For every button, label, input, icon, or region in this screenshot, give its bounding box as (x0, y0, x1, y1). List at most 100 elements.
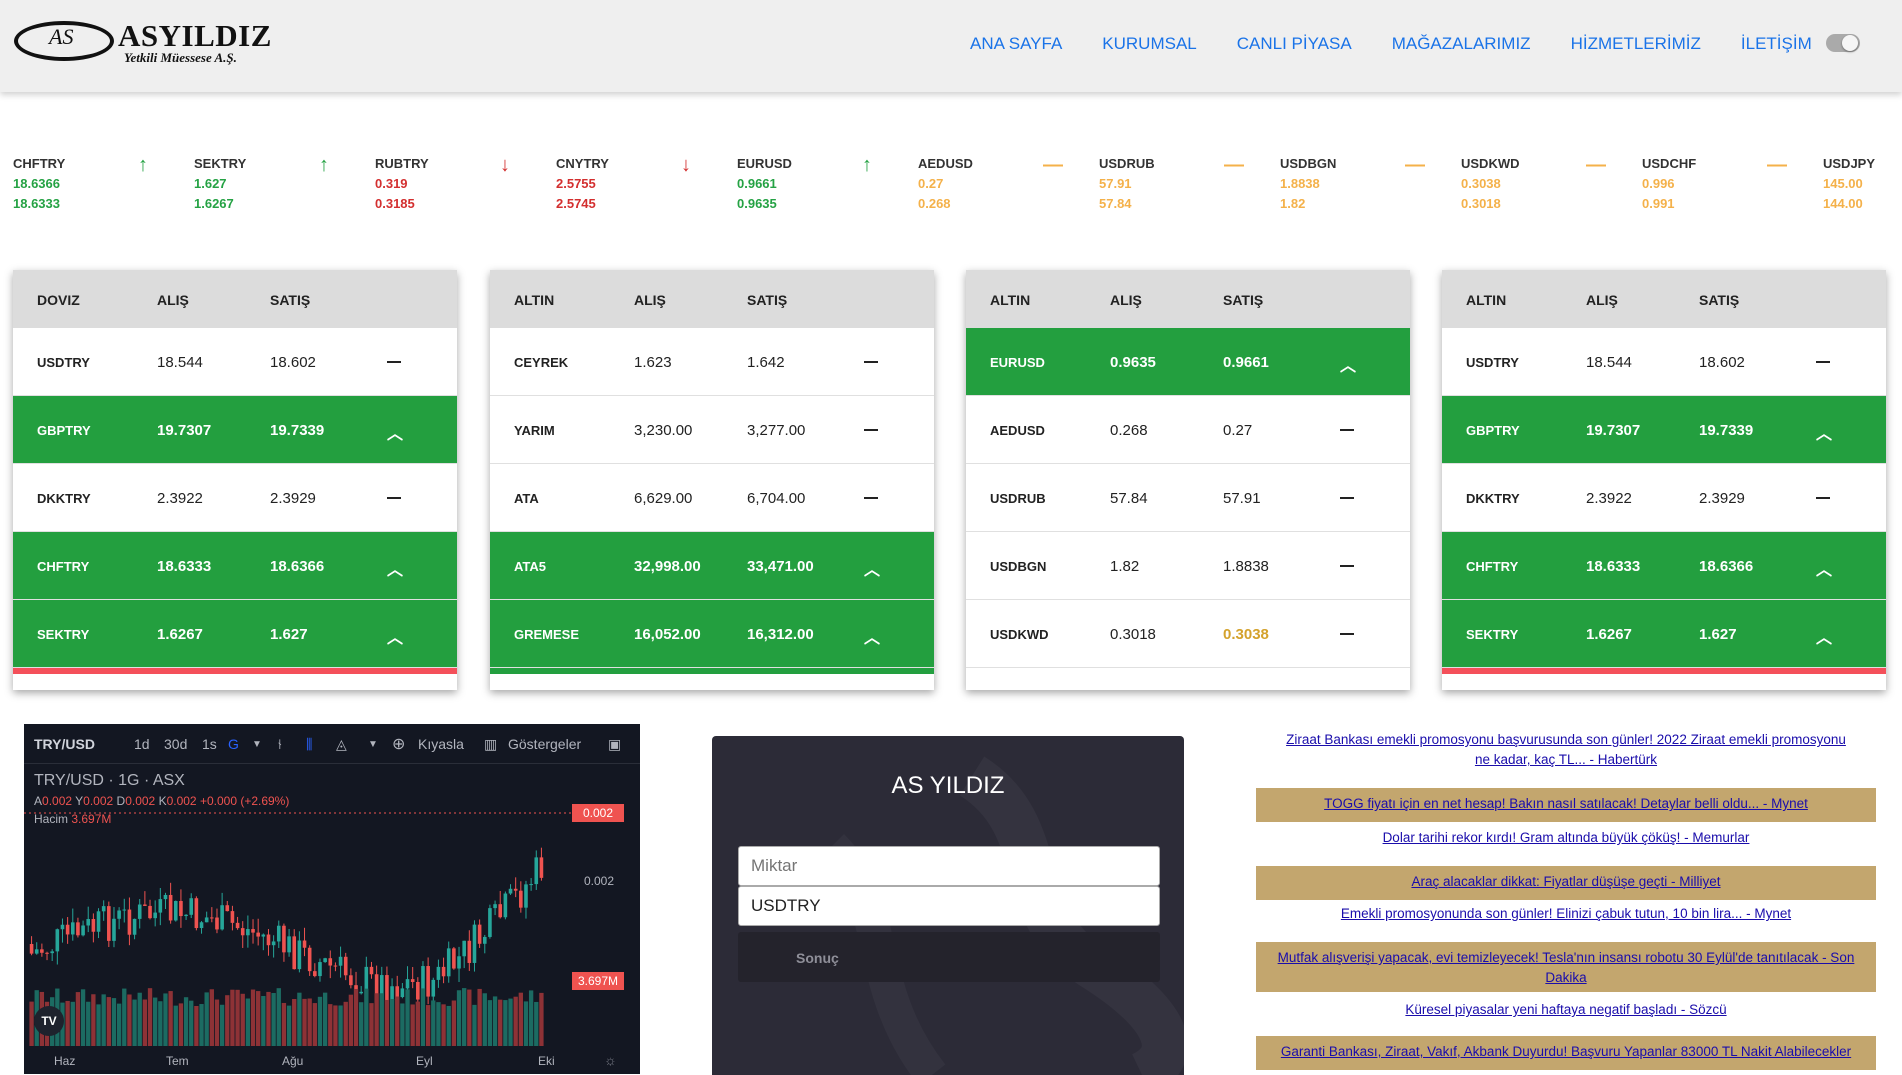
volume-bar (384, 999, 390, 1046)
table-row[interactable]: CHFTRY 18.6333 18.6366 ︿ (1442, 532, 1886, 600)
table-row[interactable]: USDRUB 57.84 57.91 (966, 464, 1410, 532)
news-link[interactable]: Dolar tarihi rekor kırdı! Gram altında b… (1256, 828, 1876, 856)
table-row[interactable]: CHFTRY 18.6333 18.6366 ︿ (13, 532, 457, 600)
ohlc-close: 0.002 (166, 794, 197, 808)
table-row[interactable]: AEDUSD 0.268 0.27 (966, 396, 1410, 464)
arrow-up-icon: ↑ (319, 154, 329, 176)
table-row[interactable]: CEYREK 1.623 1.642 (490, 328, 934, 396)
news-link[interactable]: Emekli promosyonunda son günler! Elinizi… (1256, 904, 1876, 932)
area-chart-icon[interactable]: ◬ (336, 736, 347, 753)
tradingview-logo[interactable]: TV (34, 1006, 64, 1036)
candle-body (256, 932, 260, 937)
row-buy: 1.6267 (157, 626, 203, 643)
news-link[interactable]: Araç alacaklar dikkat: Fiyatlar düşüşe g… (1256, 866, 1876, 900)
table-row[interactable]: GBPTRY 19.7307 19.7339 ︿ (13, 396, 457, 464)
volume-bar (230, 989, 235, 1046)
chevron-down-icon[interactable]: ▼ (252, 739, 262, 750)
volume-bar (116, 1003, 122, 1046)
interval-30d[interactable]: 30d (164, 736, 187, 752)
candle-body (498, 904, 503, 918)
chart-symbol[interactable]: TRY/USD (34, 736, 95, 752)
volume-bar (451, 1000, 457, 1046)
ohlc-open: 0.002 (42, 794, 73, 808)
nav-contact[interactable]: İLETİŞİM (1741, 34, 1812, 56)
row-symbol: DKKTRY (1466, 491, 1520, 506)
table-row[interactable]: YARIM 3,230.00 3,277.00 (490, 396, 934, 464)
ticker-buy: 2.5745 (556, 196, 596, 211)
table-row[interactable]: USDTRY 18.544 18.602 (13, 328, 457, 396)
compare-plus-icon[interactable]: ⊕ (392, 734, 405, 754)
news-link[interactable]: TOGG fiyatı için en net hesap! Bakın nas… (1256, 788, 1876, 822)
table-row[interactable]: SEKTRY 1.6267 1.627 ︿ (1442, 600, 1886, 668)
candle-body (369, 966, 374, 975)
row-buy: 18.6333 (157, 558, 212, 575)
table-row[interactable]: USDBGN 1.82 1.8838 (966, 532, 1410, 600)
nav-stores[interactable]: MAĞAZALARIMIZ (1392, 34, 1531, 56)
table-row[interactable]: SEKTRY 1.6267 1.627 ︿ (13, 600, 457, 668)
table-row[interactable]: DKKTRY 2.3922 2.3929 (13, 464, 457, 532)
row-sell: 0.3038 (1223, 626, 1269, 643)
settings-icon[interactable]: ☼ (604, 1052, 617, 1068)
time-axis-label: Haz (54, 1054, 76, 1068)
news-link[interactable]: Ziraat Bankası emekli promosyonu başvuru… (1256, 730, 1876, 770)
ticker-buy: 0.991 (1642, 196, 1675, 211)
price-chart-widget[interactable]: TRY/USD 1d 30d 1s G ▼ ⫮ ⫼ ◬ ▼ ⊕ Kıyasla … (24, 724, 640, 1074)
news-link[interactable]: Garanti Bankası, Ziraat, Vakıf, Akbank D… (1256, 1036, 1876, 1070)
indicators-button[interactable]: Göstergeler (508, 736, 581, 752)
candle-body (539, 857, 544, 878)
compare-button[interactable]: Kıyasla (418, 736, 464, 752)
candle-body (379, 975, 384, 1001)
nav-corporate[interactable]: KURUMSAL (1102, 34, 1196, 56)
volume-bar (80, 989, 86, 1046)
ticker-buy: 1.6267 (194, 196, 234, 211)
col-header: SATIŞ (1699, 292, 1740, 308)
nav-live-market[interactable]: CANLI PİYASA (1237, 34, 1352, 56)
table-row[interactable]: USDKWD 0.3018 0.3038 (966, 600, 1410, 668)
volume-bar (65, 1000, 70, 1046)
ticker-symbol: SEKTRY (194, 156, 247, 171)
volume-bar (281, 1002, 287, 1046)
chart-type-chevron-icon[interactable]: ▼ (368, 739, 378, 750)
interval-1s[interactable]: 1s (202, 736, 217, 752)
volume-bar (425, 1005, 431, 1046)
volume-bar (132, 999, 137, 1046)
ticker-item: CHFTRY 18.6366 18.6333 ↑ (13, 150, 193, 216)
news-link[interactable]: Küresel piyasalar yeni haftaya negatif b… (1256, 1000, 1876, 1028)
row-symbol: GBPTRY (1466, 423, 1520, 438)
row-symbol: USDTRY (1466, 355, 1519, 370)
table-row[interactable]: ATA5 32,998.00 33,471.00 ︿ (490, 532, 934, 600)
theme-toggle[interactable] (1826, 34, 1860, 52)
candle-body (107, 906, 111, 941)
row-buy: 3,230.00 (634, 422, 693, 439)
currency-select[interactable]: USDTRY (738, 886, 1160, 926)
candles-icon[interactable]: ⫼ (306, 736, 312, 753)
table-row[interactable]: GREMESE 16,052.00 16,312.00 ︿ (490, 600, 934, 668)
interval-1d[interactable]: 1d (134, 736, 150, 752)
volume-bar (158, 1001, 163, 1046)
nav-services[interactable]: HİZMETLERİMİZ (1571, 34, 1701, 56)
volume-bar (127, 994, 132, 1046)
table-row[interactable]: EURUSD 0.9635 0.9661 ︿ (966, 328, 1410, 396)
volume-bar (250, 989, 256, 1046)
interval-active[interactable]: G (228, 736, 239, 752)
table-row[interactable]: GBPTRY 19.7307 19.7339 ︿ (1442, 396, 1886, 464)
ticker-symbol: CHFTRY (13, 156, 66, 171)
candle-body (117, 910, 121, 919)
candle-body (524, 884, 528, 908)
time-axis-label: Tem (166, 1054, 189, 1068)
indicator-icon[interactable]: ⫮ (278, 736, 282, 753)
nav-home[interactable]: ANA SAYFA (970, 34, 1062, 56)
amount-input[interactable] (738, 846, 1160, 886)
volume-bar (209, 989, 214, 1046)
camera-icon[interactable]: ▣ (608, 736, 621, 753)
volume-bar (96, 1004, 101, 1046)
brand-logo[interactable]: AS ASYILDIZ Yetkili Müessese A.Ş. (14, 18, 274, 70)
row-sell: 16,312.00 (747, 626, 814, 643)
table-row[interactable]: DKKTRY 2.3922 2.3929 (1442, 464, 1886, 532)
volume-bar (482, 993, 487, 1046)
indicators-icon[interactable]: ▥ (484, 736, 497, 753)
news-link[interactable]: Mutfak alışverişi yapacak, evi temizleye… (1256, 942, 1876, 992)
table-row[interactable]: ATA 6,629.00 6,704.00 (490, 464, 934, 532)
table-row[interactable]: USDTRY 18.544 18.602 (1442, 328, 1886, 396)
volume-bar (178, 1003, 184, 1046)
